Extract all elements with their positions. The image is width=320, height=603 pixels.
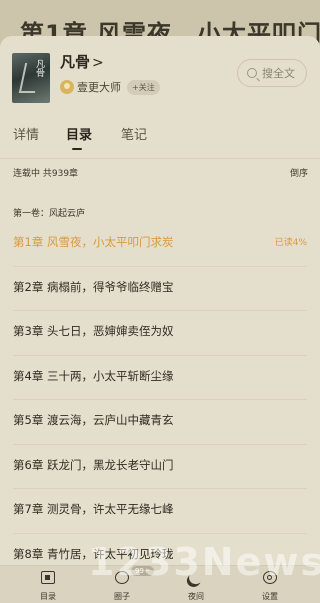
nav-label: 目录 bbox=[40, 592, 56, 601]
toc-icon bbox=[41, 571, 55, 584]
search-icon bbox=[247, 68, 257, 78]
toc-status-row: 连载中 共939章 倒序 bbox=[0, 158, 320, 180]
tab-details[interactable]: 详情 bbox=[13, 124, 39, 143]
serial-status: 连载中 共939章 bbox=[13, 169, 79, 179]
catalog-sheet: 凡骨 凡骨 > 壹更大师 +关注 搜全文 详情 目录 笔记 连载中 共939章 倒… bbox=[0, 36, 320, 603]
nav-label: 圈子 bbox=[114, 592, 130, 601]
read-progress: 已读4% bbox=[274, 238, 307, 248]
chapter-item[interactable]: 第1章 风雪夜，小太平叩门求炭 已读4% bbox=[13, 222, 307, 267]
search-fulltext-button[interactable]: 搜全文 bbox=[237, 59, 307, 87]
site-watermark: 1233News bbox=[88, 540, 320, 584]
book-title: 凡骨 bbox=[60, 53, 91, 71]
book-cover[interactable]: 凡骨 bbox=[12, 53, 50, 103]
cover-title: 凡骨 bbox=[34, 59, 44, 77]
chapter-title: 第4章 三十两，小太平斩断尘缘 bbox=[13, 368, 174, 383]
nav-toc[interactable]: 目录 bbox=[24, 566, 72, 603]
author-name[interactable]: 壹更大师 bbox=[77, 79, 121, 95]
volume-title: 第一卷：风起云庐 bbox=[13, 209, 86, 219]
book-title-link[interactable]: 凡骨 > bbox=[60, 51, 104, 72]
sort-toggle[interactable]: 倒序 bbox=[290, 166, 308, 179]
nav-label: 夜间 bbox=[188, 592, 204, 601]
book-header: 凡骨 凡骨 > 壹更大师 +关注 搜全文 bbox=[0, 36, 320, 116]
chapter-title: 第1章 风雪夜，小太平叩门求炭 bbox=[13, 235, 174, 249]
chevron-right-icon: > bbox=[92, 55, 104, 71]
chapter-item[interactable]: 第2章 病榻前，得爷爷临终赠宝 bbox=[13, 267, 307, 311]
search-label: 搜全文 bbox=[262, 67, 295, 80]
follow-button[interactable]: +关注 bbox=[127, 79, 160, 95]
chapter-item[interactable]: 第7章 测灵骨，许太平无缘七峰 bbox=[13, 489, 307, 534]
chapter-title: 第6章 跃龙门，黑龙长老守山门 bbox=[13, 457, 174, 472]
chapter-title: 第2章 病榻前，得爷爷临终赠宝 bbox=[13, 279, 174, 294]
chapter-item[interactable]: 第6章 跃龙门，黑龙长老守山门 bbox=[13, 445, 307, 489]
chapter-list: 第1章 风雪夜，小太平叩门求炭 已读4% 第2章 病榻前，得爷爷临终赠宝 第3章… bbox=[0, 222, 320, 578]
chapter-title: 第3章 头七日，恶婶婶卖侄为奴 bbox=[13, 324, 174, 338]
chapter-item[interactable]: 第4章 三十两，小太平斩断尘缘 bbox=[13, 356, 307, 400]
author-row: 壹更大师 +关注 bbox=[60, 79, 160, 95]
chapter-title: 第7章 测灵骨，许太平无缘七峰 bbox=[13, 502, 174, 516]
tab-bar: 详情 目录 笔记 bbox=[0, 120, 320, 150]
author-avatar-icon[interactable] bbox=[60, 80, 74, 94]
chapter-item[interactable]: 第5章 渡云海，云庐山中藏青玄 bbox=[13, 400, 307, 445]
chapter-item[interactable]: 第3章 头七日，恶婶婶卖侄为奴 bbox=[13, 311, 307, 356]
tab-contents[interactable]: 目录 bbox=[66, 124, 92, 143]
active-tab-indicator bbox=[72, 148, 82, 150]
nav-label: 设置 bbox=[262, 592, 278, 601]
chapter-title: 第5章 渡云海，云庐山中藏青玄 bbox=[13, 413, 174, 427]
tab-notes[interactable]: 笔记 bbox=[121, 124, 147, 143]
